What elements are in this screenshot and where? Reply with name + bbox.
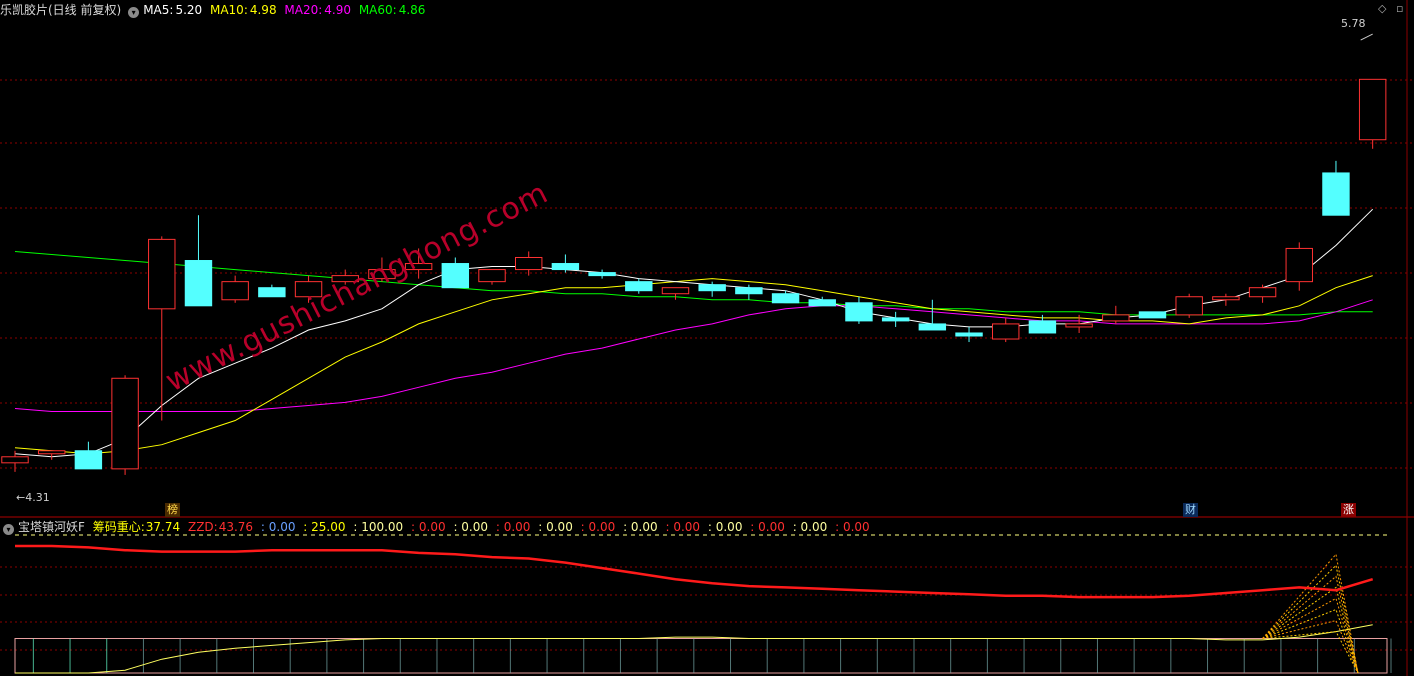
rank-tag[interactable]: 榜 xyxy=(165,503,180,517)
value-3: : 100.00 xyxy=(353,520,404,534)
value-6: : 0.00 xyxy=(495,520,531,534)
candle-body xyxy=(441,263,470,289)
candle-body xyxy=(992,323,1020,340)
candle-body xyxy=(1285,247,1313,283)
value-1: : 0.00 xyxy=(260,520,296,534)
ma60-label: MA60: xyxy=(358,3,397,17)
chevron-down-icon[interactable]: ▾ xyxy=(128,7,140,18)
candle-body xyxy=(735,287,763,295)
candle-body xyxy=(955,332,983,337)
low-price-label: ←4.31 xyxy=(16,491,50,504)
low-price-value: 4.31 xyxy=(25,491,50,504)
value-5: : 0.00 xyxy=(453,520,489,534)
main-chart-header: 乐凯胶片(日线 前复权) ▾ MA5: 5.20 MA10: 4.98 MA20: 4.9… xyxy=(0,1,429,19)
candle-body xyxy=(478,269,506,283)
candle-body xyxy=(514,256,543,271)
zzd-value: 43.76 xyxy=(218,520,254,534)
candle-body xyxy=(148,238,176,310)
candle-body xyxy=(881,317,910,322)
value-9: : 0.00 xyxy=(623,520,658,534)
candle-body xyxy=(1358,78,1387,141)
window-icon[interactable]: ▫ xyxy=(1396,2,1403,15)
value-10: : 0.00 xyxy=(665,520,701,534)
stock-chart xyxy=(0,0,1414,676)
candle-body xyxy=(1065,323,1093,328)
value-8: : 0.00 xyxy=(580,520,616,534)
value-7: : 0.00 xyxy=(538,520,573,534)
ma5-line xyxy=(14,208,1374,458)
high-marker xyxy=(1360,33,1373,41)
ma20-label: MA20: xyxy=(284,3,323,17)
candle-body xyxy=(1248,287,1277,298)
fan-line xyxy=(1262,575,1359,674)
ma5-value: 5.20 xyxy=(175,3,203,17)
level-box xyxy=(14,638,1388,674)
candle-body xyxy=(1,456,29,464)
diamond-icon[interactable]: ◇ xyxy=(1378,2,1386,15)
candle-body xyxy=(221,281,249,301)
value-14: : 0.00 xyxy=(835,520,870,534)
fan-line xyxy=(1262,631,1359,674)
candle-body xyxy=(808,299,836,307)
stock-title: 乐凯胶片(日线 前复权) xyxy=(0,3,122,17)
candle-body xyxy=(1212,296,1240,301)
ma5-label: MA5: xyxy=(143,3,174,17)
candle-body xyxy=(74,450,103,470)
value-13: : 0.00 xyxy=(792,520,828,534)
ma20-value: 4.90 xyxy=(324,3,351,17)
candle-body xyxy=(845,302,873,322)
ma10-value: 4.98 xyxy=(249,3,277,17)
candle-body xyxy=(698,284,726,292)
finance-tag[interactable]: 财 xyxy=(1183,503,1198,517)
candle-body xyxy=(184,260,213,307)
chip-center-label: 筹码重心: xyxy=(92,520,145,534)
rise-tag[interactable]: 涨 xyxy=(1341,503,1356,517)
candle-body xyxy=(1102,314,1130,322)
candle-body xyxy=(258,287,286,298)
chip-center-line xyxy=(15,544,1374,599)
candle-body xyxy=(551,263,580,271)
value-4: : 0.00 xyxy=(411,520,446,534)
candle-body xyxy=(771,293,800,304)
candle-body xyxy=(1028,320,1057,334)
candle-body xyxy=(1175,296,1203,316)
value-2: : 25.00 xyxy=(303,520,346,534)
candle-body xyxy=(588,272,616,277)
ma60-value: 4.86 xyxy=(398,3,426,17)
candle-body xyxy=(625,281,653,292)
indicator-header: ▾ 宝塔镇河妖F 筹码重心:37.74 ZZD:43.76 : 0.00 : 25… xyxy=(0,518,874,536)
fan-line xyxy=(1262,553,1359,674)
high-price-label: 5.78 xyxy=(1341,17,1366,30)
candle-body xyxy=(1138,311,1167,319)
candle-body xyxy=(37,450,66,455)
candle-body xyxy=(111,377,139,470)
value-11: : 0.00 xyxy=(707,520,743,534)
chevron-down-icon[interactable]: ▾ xyxy=(3,524,14,535)
indicator-title: 宝塔镇河妖F xyxy=(18,520,85,534)
fan-line xyxy=(1262,564,1359,674)
value-12: : 0.00 xyxy=(750,520,785,534)
ma10-label: MA10: xyxy=(209,3,248,17)
candle-body xyxy=(1322,172,1350,216)
chip-center-value: 37.74 xyxy=(145,520,181,534)
zzd-label: ZZD: xyxy=(187,520,218,534)
candle-body xyxy=(661,287,690,295)
candle-body xyxy=(918,323,947,331)
